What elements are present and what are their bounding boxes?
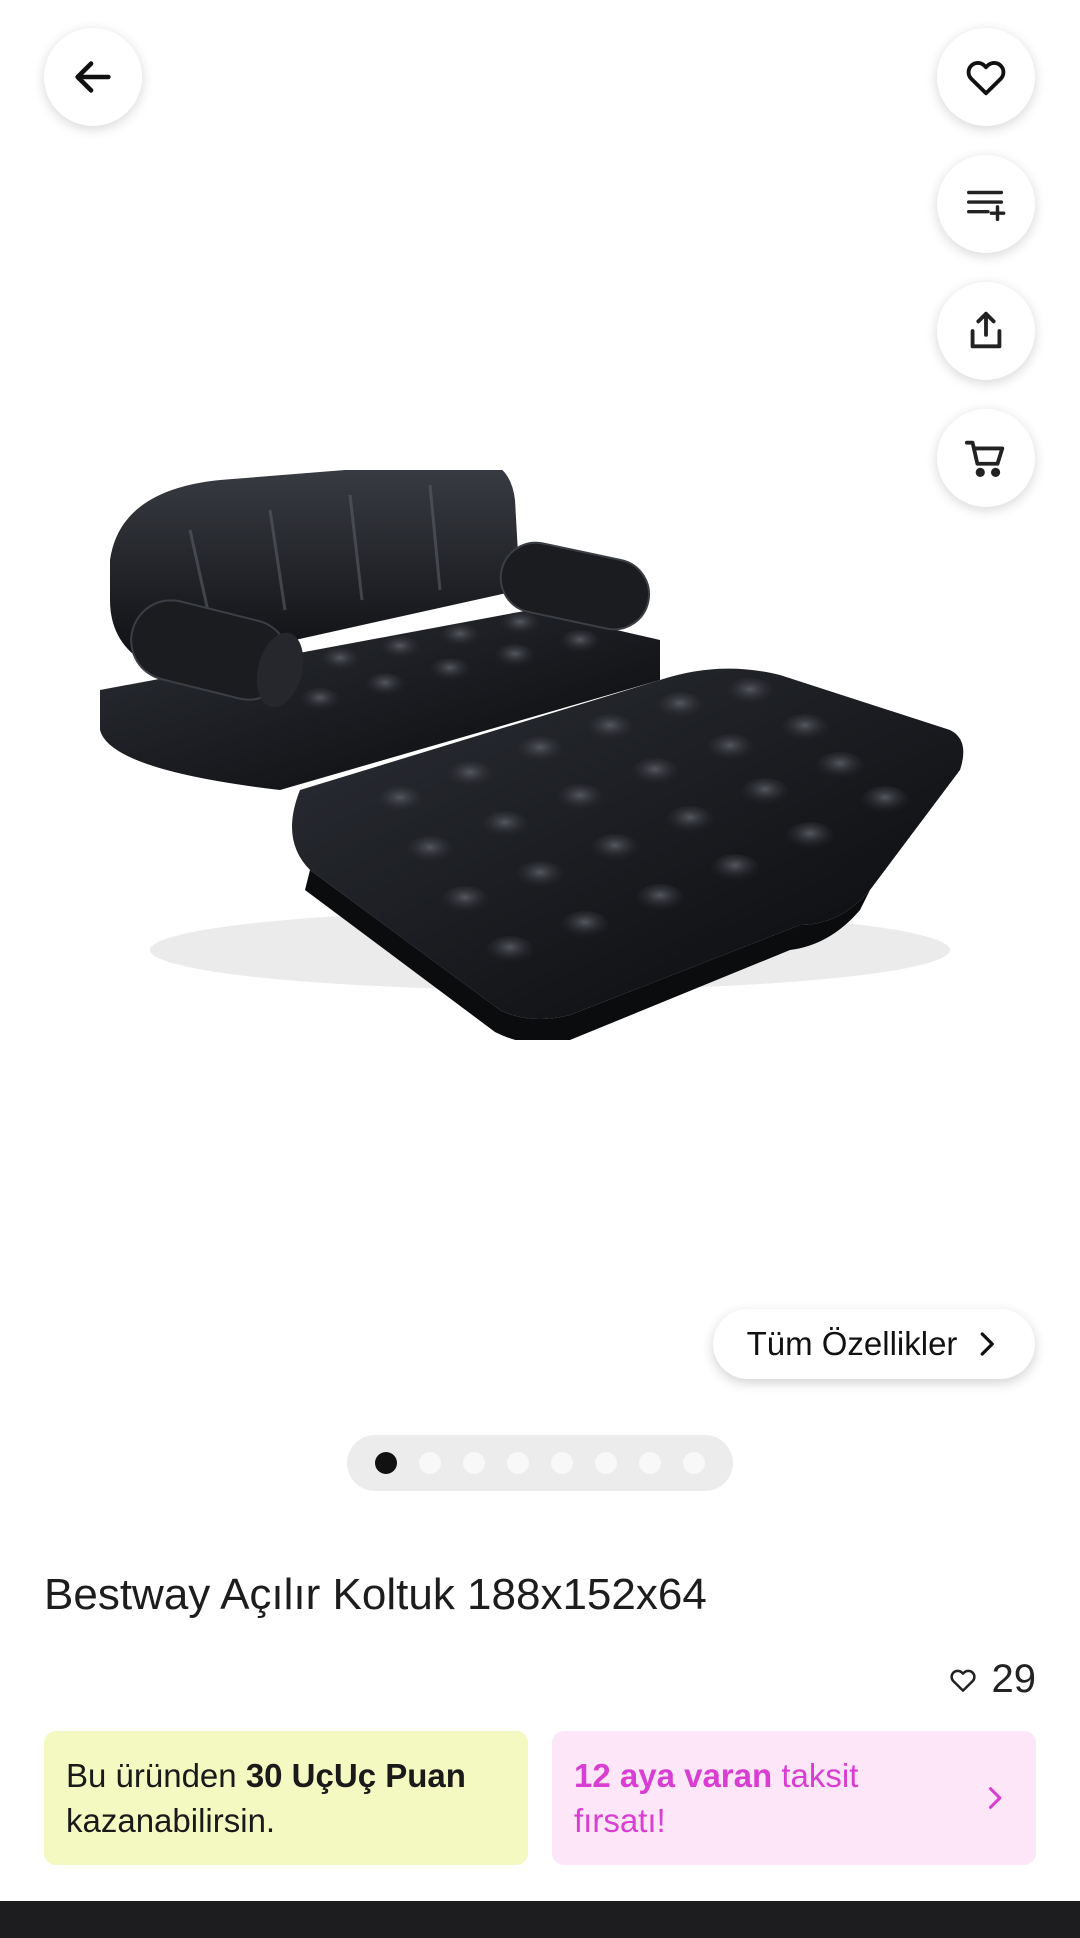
pager-dot[interactable]	[595, 1452, 617, 1474]
favorite-button[interactable]	[937, 28, 1035, 126]
points-suffix: kazanabilirsin.	[66, 1802, 276, 1839]
points-prefix: Bu üründen	[66, 1757, 246, 1794]
product-title: Bestway Açılır Koltuk 188x152x64	[44, 1570, 707, 1619]
arrow-left-icon	[75, 61, 111, 93]
installment-promo[interactable]: 12 aya varan taksit fırsatı!	[552, 1731, 1036, 1865]
back-button[interactable]	[44, 28, 142, 126]
like-count: 29	[948, 1657, 1037, 1702]
all-specs-label: Tüm Özellikler	[746, 1325, 958, 1362]
pager-dot[interactable]	[375, 1452, 397, 1474]
heart-outline-icon	[949, 1669, 976, 1692]
pager-dot[interactable]	[463, 1452, 485, 1474]
heart-icon	[966, 61, 1006, 96]
pager-dot[interactable]	[507, 1452, 529, 1474]
pager-dot[interactable]	[639, 1452, 661, 1474]
add-to-list-icon	[967, 190, 1006, 222]
add-to-list-button[interactable]	[937, 155, 1035, 253]
points-amount: 30 UçUç Puan	[245, 1757, 466, 1794]
installment-highlight: 12 aya varan	[574, 1757, 773, 1794]
chevron-right-icon	[988, 1787, 1002, 1809]
like-count-value: 29	[991, 1657, 1037, 1701]
chevron-right-icon	[981, 1332, 995, 1356]
product-image[interactable]	[100, 470, 980, 1040]
pager-dot[interactable]	[683, 1452, 705, 1474]
pager-dot[interactable]	[551, 1452, 573, 1474]
image-pager	[347, 1435, 733, 1491]
share-icon	[970, 311, 1002, 349]
points-promo: Bu üründen 30 UçUç Puan kazanabilirsin.	[44, 1731, 528, 1865]
pager-dot[interactable]	[419, 1452, 441, 1474]
all-specs-button[interactable]: Tüm Özellikler	[713, 1309, 1035, 1379]
share-button[interactable]	[937, 282, 1035, 380]
bottom-bar	[0, 1901, 1080, 1938]
